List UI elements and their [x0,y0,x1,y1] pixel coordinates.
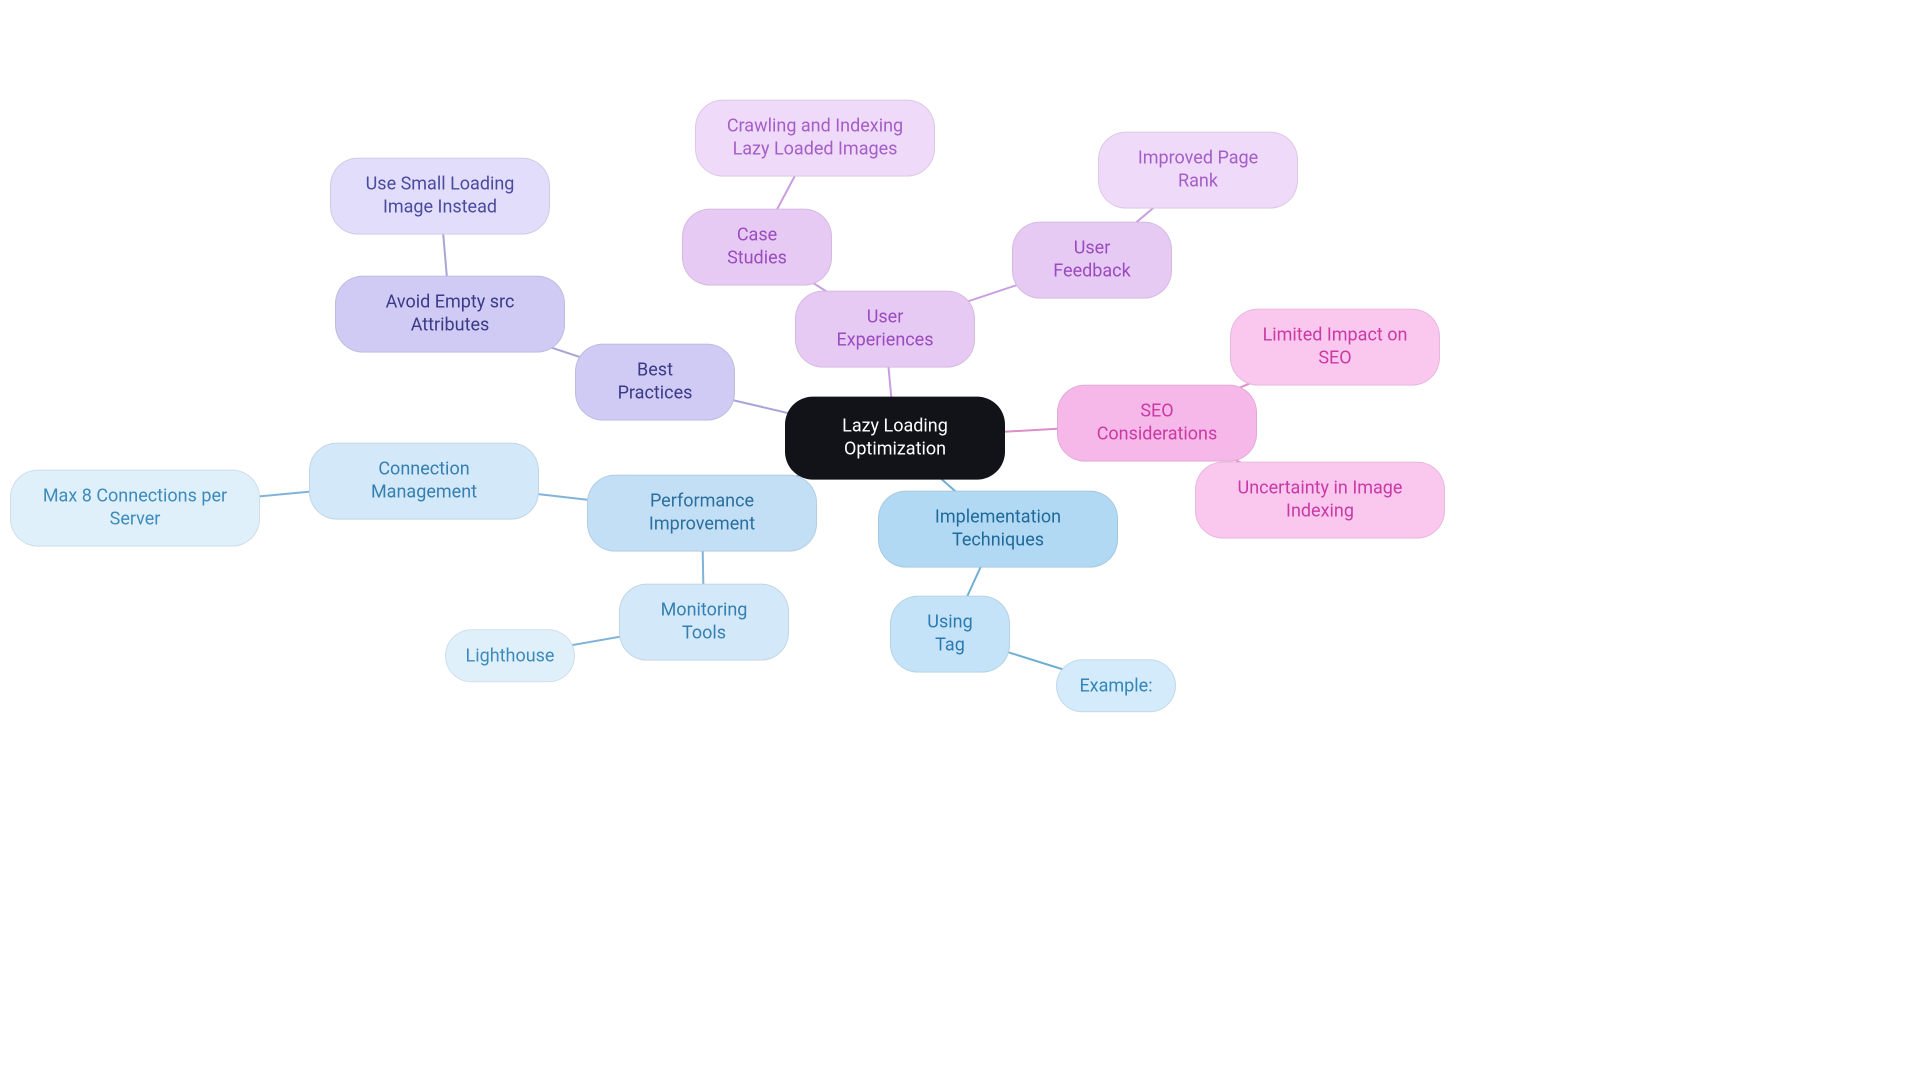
node-label: Best Practices [600,359,710,406]
node-example[interactable]: Example: [1056,659,1176,712]
node-label: Monitoring Tools [644,599,764,646]
node-uncertainty[interactable]: Uncertainty in Image Indexing [1195,462,1445,539]
node-use-small-image[interactable]: Use Small Loading Image Instead [330,158,550,235]
node-label: Avoid Empty src Attributes [360,291,540,338]
node-avoid-empty-src[interactable]: Avoid Empty src Attributes [335,276,565,353]
node-max-connections[interactable]: Max 8 Connections per Server [10,470,260,547]
root-label: Lazy Loading Optimization [813,415,977,462]
node-crawling-indexing[interactable]: Crawling and Indexing Lazy Loaded Images [695,100,935,177]
node-monitoring-tools[interactable]: Monitoring Tools [619,584,789,661]
node-lighthouse[interactable]: Lighthouse [445,629,575,682]
node-label: Case Studies [707,224,807,271]
node-label: User Experiences [820,306,950,353]
node-label: Lighthouse [466,644,555,667]
node-label: Implementation Techniques [903,506,1093,553]
node-limited-impact[interactable]: Limited Impact on SEO [1230,309,1440,386]
node-label: Using Tag [915,611,985,658]
node-implementation-techniques[interactable]: Implementation Techniques [878,491,1118,568]
node-label: Example: [1079,674,1152,697]
node-label: Limited Impact on SEO [1255,324,1415,371]
node-label: Use Small Loading Image Instead [355,173,525,220]
node-connection-management[interactable]: Connection Management [309,443,539,520]
node-seo-considerations[interactable]: SEO Considerations [1057,385,1257,462]
node-label: Connection Management [334,458,514,505]
node-label: SEO Considerations [1082,400,1232,447]
node-label: Uncertainty in Image Indexing [1220,477,1420,524]
node-user-experiences[interactable]: User Experiences [795,291,975,368]
node-label: Max 8 Connections per Server [35,485,235,532]
node-improved-page-rank[interactable]: Improved Page Rank [1098,132,1298,209]
node-case-studies[interactable]: Case Studies [682,209,832,286]
node-using-tag[interactable]: Using Tag [890,596,1010,673]
node-performance-improvement[interactable]: Performance Improvement [587,475,817,552]
node-best-practices[interactable]: Best Practices [575,344,735,421]
root-node[interactable]: Lazy Loading Optimization [785,397,1005,480]
node-label: Crawling and Indexing Lazy Loaded Images [720,115,910,162]
node-label: Performance Improvement [612,490,792,537]
node-label: Improved Page Rank [1123,147,1273,194]
node-label: User Feedback [1037,237,1147,284]
node-user-feedback[interactable]: User Feedback [1012,222,1172,299]
